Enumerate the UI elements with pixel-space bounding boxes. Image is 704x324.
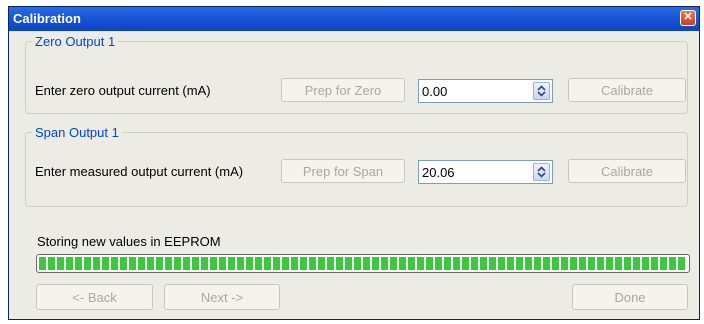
zero-calibrate-button[interactable]: Calibrate [568, 78, 686, 102]
eeprom-progress-bar [36, 254, 690, 273]
span-output-field[interactable]: 20.06 [418, 160, 553, 184]
zero-output-group: Zero Output 1 [25, 34, 688, 114]
zero-output-legend: Zero Output 1 [35, 34, 116, 49]
span-output-prompt: Enter measured output current (mA) [35, 164, 244, 179]
zero-output-prompt: Enter zero output current (mA) [35, 83, 211, 98]
back-button[interactable]: <- Back [36, 284, 153, 310]
spin-arrows-icon [537, 85, 546, 97]
progress-fill [39, 257, 687, 270]
spin-arrows-icon [537, 166, 546, 178]
title-bar[interactable]: Calibration ✕ [9, 7, 699, 31]
prep-for-span-button[interactable]: Prep for Span [281, 159, 405, 183]
next-button[interactable]: Next -> [164, 284, 280, 310]
close-icon: ✕ [683, 11, 693, 23]
close-button[interactable]: ✕ [680, 10, 696, 26]
status-text: Storing new values in EEPROM [37, 234, 221, 249]
zero-spin-buttons[interactable] [533, 82, 550, 100]
done-button[interactable]: Done [572, 284, 688, 310]
calibration-window: Calibration ✕ Zero Output 1 Enter zero o… [8, 6, 700, 320]
zero-output-value: 0.00 [422, 84, 448, 99]
zero-output-field[interactable]: 0.00 [418, 79, 553, 103]
span-spin-buttons[interactable] [533, 163, 550, 181]
span-output-legend: Span Output 1 [35, 125, 119, 140]
window-title: Calibration [13, 11, 81, 26]
prep-for-zero-button[interactable]: Prep for Zero [281, 78, 405, 102]
span-output-value: 20.06 [422, 165, 455, 180]
span-calibrate-button[interactable]: Calibrate [568, 159, 686, 183]
